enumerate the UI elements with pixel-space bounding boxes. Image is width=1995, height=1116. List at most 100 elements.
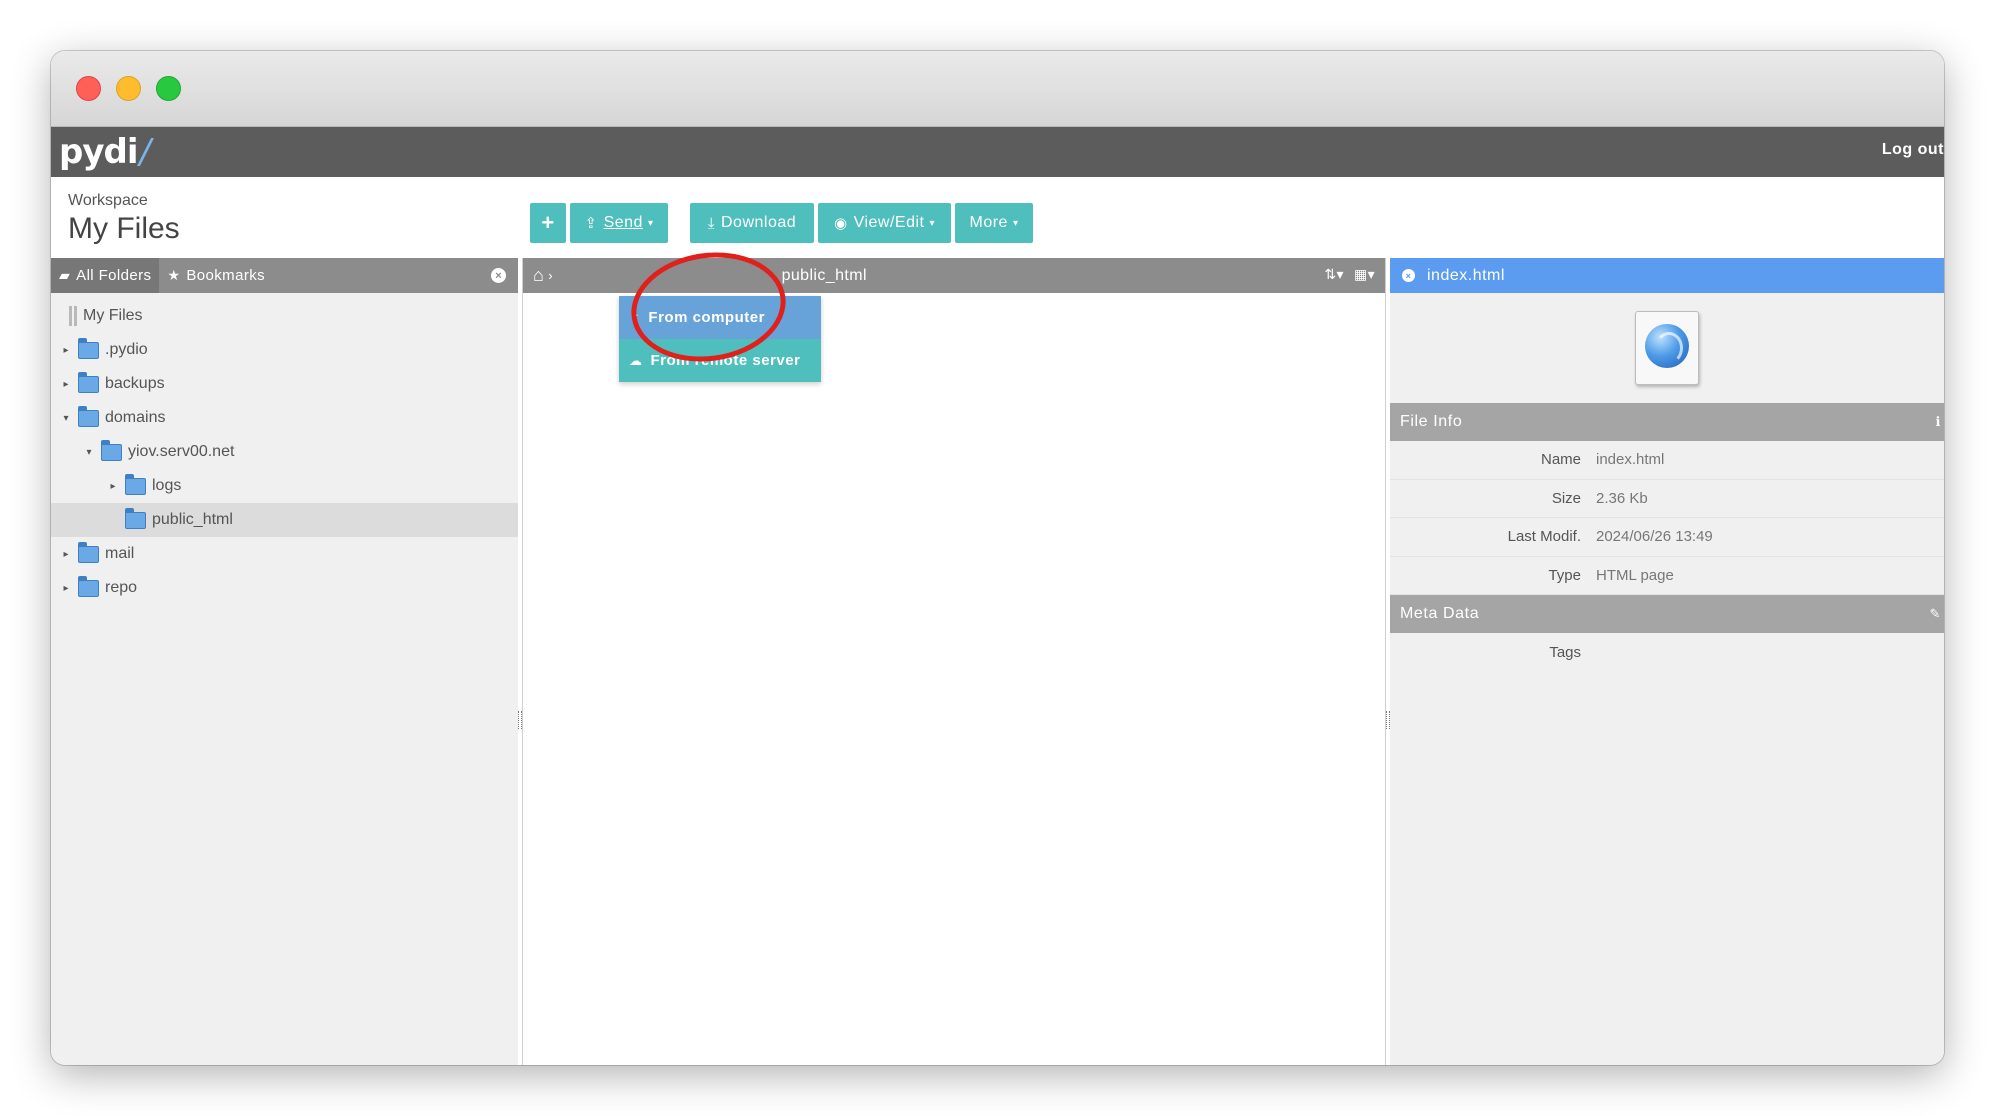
drive-icon	[69, 306, 77, 326]
info-value: 2024/06/26 13:49	[1596, 528, 1713, 546]
info-filename: index.html	[1427, 266, 1505, 284]
info-value: 2.36 Kb	[1596, 489, 1648, 507]
info-key: Size	[1551, 489, 1581, 507]
cloud-upload-icon: ☁	[629, 352, 643, 368]
display-mode-icon[interactable]: ▦▾	[1354, 266, 1375, 283]
home-icon[interactable]: ⌂	[533, 265, 544, 286]
send-button[interactable]: ⇪ Send ▾	[570, 203, 668, 243]
zoom-window-button[interactable]	[156, 76, 181, 101]
info-panel: × index.html File Info ℹ Name index.html…	[1390, 258, 1944, 1065]
tree-item-label: My Files	[83, 307, 143, 324]
tree-item-mail[interactable]: ▸ mail	[51, 537, 518, 571]
info-key: Type	[1548, 566, 1581, 584]
minimize-window-button[interactable]	[116, 76, 141, 101]
close-icon[interactable]: ×	[491, 268, 506, 283]
meta-data-header: Meta Data ✎	[1390, 595, 1944, 633]
file-preview	[1390, 293, 1944, 403]
folder-icon	[78, 575, 99, 597]
tree-item-yiov-serv00-net[interactable]: ▾ yiov.serv00.net	[51, 435, 518, 469]
tree-item-label: public_html	[152, 511, 233, 528]
download-button[interactable]: ⤓ Download	[690, 203, 814, 243]
caret-right-icon[interactable]: ▸	[60, 345, 72, 356]
send-dropdown-menu: ⇪ From computer ☁ From remote server	[619, 296, 821, 382]
window-titlebar	[51, 51, 1944, 127]
globe-icon	[1645, 324, 1689, 368]
add-button[interactable]: +	[530, 203, 566, 243]
info-row-last-modif: Last Modif. 2024/06/26 13:49	[1390, 518, 1944, 557]
tree-item-repo[interactable]: ▸ repo	[51, 571, 518, 605]
sort-icon[interactable]: ⇅▾	[1324, 266, 1344, 283]
meta-row-tags: Tags	[1390, 633, 1944, 672]
folder-tree: My Files ▸ .pydio ▸ backups ▾ domains ▾ …	[51, 293, 518, 605]
file-info-header: File Info ℹ	[1390, 403, 1944, 441]
tree-item-domains[interactable]: ▾ domains	[51, 401, 518, 435]
tab-all-folders[interactable]: ▰ All Folders	[51, 258, 160, 293]
folder-icon	[125, 507, 146, 529]
meta-key: Tags	[1549, 643, 1581, 661]
info-key: Last Modif.	[1507, 528, 1581, 546]
plus-icon: +	[541, 210, 555, 235]
menu-item-label: From computer	[648, 309, 765, 326]
caret-down-icon[interactable]: ▾	[83, 447, 95, 458]
meta-data-title: Meta Data	[1400, 605, 1480, 622]
star-icon: ★	[167, 267, 181, 283]
info-panel-header: × index.html	[1390, 258, 1944, 293]
caret-right-icon[interactable]: ▸	[60, 583, 72, 594]
tree-item-backups[interactable]: ▸ backups	[51, 367, 518, 401]
caret-down-icon[interactable]: ▾	[60, 413, 72, 424]
caret-right-icon[interactable]: ▸	[60, 379, 72, 390]
folder-open-icon: ▰	[59, 267, 71, 283]
workspace-label: Workspace	[68, 192, 148, 209]
file-info-title: File Info	[1400, 413, 1463, 430]
tree-item-my-files[interactable]: My Files	[51, 299, 518, 333]
app-header: pydi / Log out	[51, 127, 1944, 177]
tree-item-label: logs	[152, 477, 182, 494]
caret-down-icon: ▾	[929, 217, 936, 229]
edit-icon[interactable]: ✎	[1930, 606, 1942, 622]
tab-bookmarks[interactable]: ★ Bookmarks	[159, 258, 273, 293]
menu-item-from-remote-server[interactable]: ☁ From remote server	[619, 339, 821, 382]
folder-icon	[101, 439, 122, 461]
menu-item-label: From remote server	[650, 352, 801, 369]
folder-icon	[78, 541, 99, 563]
menu-item-from-computer[interactable]: ⇪ From computer	[619, 296, 821, 339]
tree-item-public-html[interactable]: public_html	[51, 503, 518, 537]
breadcrumb-current-label: public_html	[781, 267, 867, 284]
tree-item-pydio[interactable]: ▸ .pydio	[51, 333, 518, 367]
tree-item-label: yiov.serv00.net	[128, 443, 235, 460]
folder-icon	[78, 371, 99, 393]
caret-right-icon[interactable]: ▸	[107, 481, 119, 492]
browser-window: pydi / Log out Workspace My Files + ⇪ Sen…	[51, 51, 1944, 1065]
caret-right-icon[interactable]: ▸	[60, 549, 72, 560]
chevron-right-icon: ›	[548, 268, 554, 283]
eye-icon: ◉	[833, 215, 848, 232]
download-label: Download	[720, 214, 797, 231]
workspace-header: Workspace My Files	[68, 192, 180, 246]
chevron-right-icon: ›	[771, 267, 782, 284]
workspace-title: My Files	[68, 212, 180, 245]
html-file-icon	[1635, 311, 1699, 385]
folders-panel-tabs: ▰ All Folders ★ Bookmarks ×	[51, 258, 518, 293]
tab-all-folders-label: All Folders	[76, 267, 152, 284]
list-tools: ⇅▾ ▦▾	[1324, 266, 1375, 283]
info-row-size: Size 2.36 Kb	[1390, 480, 1944, 518]
tab-bookmarks-label: Bookmarks	[186, 267, 266, 284]
info-value: index.html	[1596, 451, 1665, 469]
logout-link[interactable]: Log out	[1882, 141, 1944, 159]
upload-icon: ⇪	[584, 215, 598, 232]
close-icon[interactable]: ×	[1402, 269, 1415, 282]
caret-down-icon: ▾	[1012, 217, 1019, 229]
tree-item-logs[interactable]: ▸ logs	[51, 469, 518, 503]
tree-item-label: repo	[105, 579, 138, 596]
more-label: More	[969, 214, 1008, 231]
breadcrumb-current[interactable]: › public_html	[771, 267, 867, 285]
info-icon[interactable]: ℹ	[1935, 414, 1941, 430]
tree-item-label: backups	[105, 375, 165, 392]
close-window-button[interactable]	[76, 76, 101, 101]
send-label: Send	[603, 214, 643, 231]
info-value: HTML page	[1596, 566, 1674, 584]
info-key: Name	[1540, 451, 1581, 469]
pydio-logo[interactable]: pydi /	[59, 131, 151, 173]
more-button[interactable]: More ▾	[955, 203, 1033, 243]
view-edit-button[interactable]: ◉ View/Edit ▾	[818, 203, 951, 243]
